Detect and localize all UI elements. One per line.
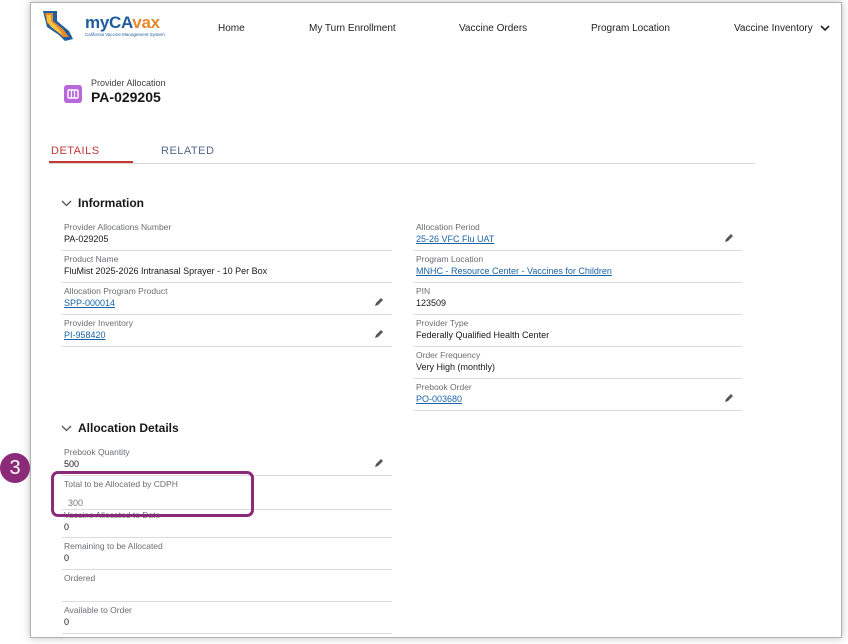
edit-pencil-icon[interactable] <box>374 458 384 468</box>
allocation-details-section-title: Allocation Details <box>78 421 179 435</box>
field-product-name: Product Name FluMist 2025-2026 Intranasa… <box>62 251 392 283</box>
field-label: Remaining to be Allocated <box>64 541 163 551</box>
field-value: PA-029205 <box>64 234 109 244</box>
california-map-icon <box>43 11 73 41</box>
field-label: Prebook Quantity <box>64 447 130 457</box>
app-window: myCAvax California Vaccine Management Sy… <box>30 2 842 638</box>
callout-number-badge: 3 <box>0 453 30 483</box>
chevron-down-icon <box>819 25 830 31</box>
provider-allocation-icon <box>64 85 82 103</box>
provider-inventory-link[interactable]: PI-958420 <box>64 330 106 340</box>
allocation-details-section-header[interactable]: Allocation Details <box>61 421 179 435</box>
field-allocation-period: Allocation Period 25-26 VFC Flu UAT <box>414 219 742 251</box>
tab-related[interactable]: RELATED <box>161 145 214 157</box>
nav-home[interactable]: Home <box>218 23 245 34</box>
field-label: Ordered <box>64 573 96 583</box>
tab-details[interactable]: DETAILS <box>51 145 100 157</box>
field-prebook-order: Prebook Order PO-003680 <box>414 379 742 411</box>
nav-my-turn-enrollment[interactable]: My Turn Enrollment <box>309 23 396 34</box>
field-provider-inventory: Provider Inventory PI-958420 <box>62 315 392 347</box>
information-section-title: Information <box>78 196 144 210</box>
edit-pencil-icon[interactable] <box>724 233 734 243</box>
edit-pencil-icon[interactable] <box>374 329 384 339</box>
callout-highlight-box <box>51 471 254 517</box>
tab-divider <box>49 163 755 164</box>
field-label: Allocation Period <box>416 222 480 232</box>
field-value: 500 <box>64 459 80 469</box>
field-order-frequency: Order Frequency Very High (monthly) <box>414 347 742 379</box>
field-label: Allocation Program Product <box>64 286 168 296</box>
chevron-down-icon <box>61 425 72 432</box>
record-title: PA-029205 <box>91 89 161 105</box>
nav-vaccine-orders[interactable]: Vaccine Orders <box>459 23 527 34</box>
field-value: 123509 <box>416 298 447 308</box>
field-available-to-order: Available to Order 0 <box>62 602 392 634</box>
field-allocation-program-product: Allocation Program Product SPP-000014 <box>62 283 392 315</box>
field-label: Program Location <box>416 254 484 264</box>
field-value: Very High (monthly) <box>416 362 496 372</box>
field-label: Product Name <box>64 254 119 264</box>
nav-vaccine-inventory[interactable]: Vaccine Inventory <box>734 23 830 34</box>
allocation-period-link[interactable]: 25-26 VFC Flu UAT <box>416 234 494 244</box>
nav-program-location[interactable]: Program Location <box>591 23 670 34</box>
field-label: Order Frequency <box>416 350 481 360</box>
logo-text: myCAvax <box>85 13 160 32</box>
allocation-program-product-link[interactable]: SPP-000014 <box>64 298 115 308</box>
field-pin: PIN 123509 <box>414 283 742 315</box>
field-provider-allocations-number: Provider Allocations Number PA-029205 <box>62 219 392 251</box>
logo-subtitle: California Vaccine Management System <box>85 32 165 37</box>
edit-pencil-icon[interactable] <box>724 393 734 403</box>
field-value: 0 <box>64 522 70 532</box>
field-label: PIN <box>416 286 431 296</box>
field-value: FluMist 2025-2026 Intranasal Sprayer - 1… <box>64 266 268 276</box>
top-navigation: myCAvax California Vaccine Management Sy… <box>31 3 841 51</box>
record-object-label: Provider Allocation <box>91 78 166 88</box>
field-program-location: Program Location MNHC - Resource Center … <box>414 251 742 283</box>
field-value: 0 <box>64 617 70 627</box>
field-label: Available to Order <box>64 605 132 615</box>
program-location-link[interactable]: MNHC - Resource Center - Vaccines for Ch… <box>416 266 612 276</box>
edit-pencil-icon[interactable] <box>374 297 384 307</box>
field-label: Provider Allocations Number <box>64 222 172 232</box>
field-label: Provider Type <box>416 318 469 328</box>
field-remaining-to-be-allocated: Remaining to be Allocated 0 <box>62 538 392 570</box>
chevron-down-icon <box>61 200 72 207</box>
field-label: Provider Inventory <box>64 318 133 328</box>
nav-vaccine-inventory-label: Vaccine Inventory <box>734 23 813 34</box>
mycavax-logo[interactable]: myCAvax California Vaccine Management Sy… <box>39 9 189 43</box>
prebook-order-link[interactable]: PO-003680 <box>416 394 462 404</box>
field-label: Prebook Order <box>416 382 472 392</box>
field-value: 0 <box>64 553 70 563</box>
field-provider-type: Provider Type Federally Qualified Health… <box>414 315 742 347</box>
field-ordered: Ordered <box>62 570 392 602</box>
information-section-header[interactable]: Information <box>61 196 144 210</box>
field-value: Federally Qualified Health Center <box>416 330 550 340</box>
